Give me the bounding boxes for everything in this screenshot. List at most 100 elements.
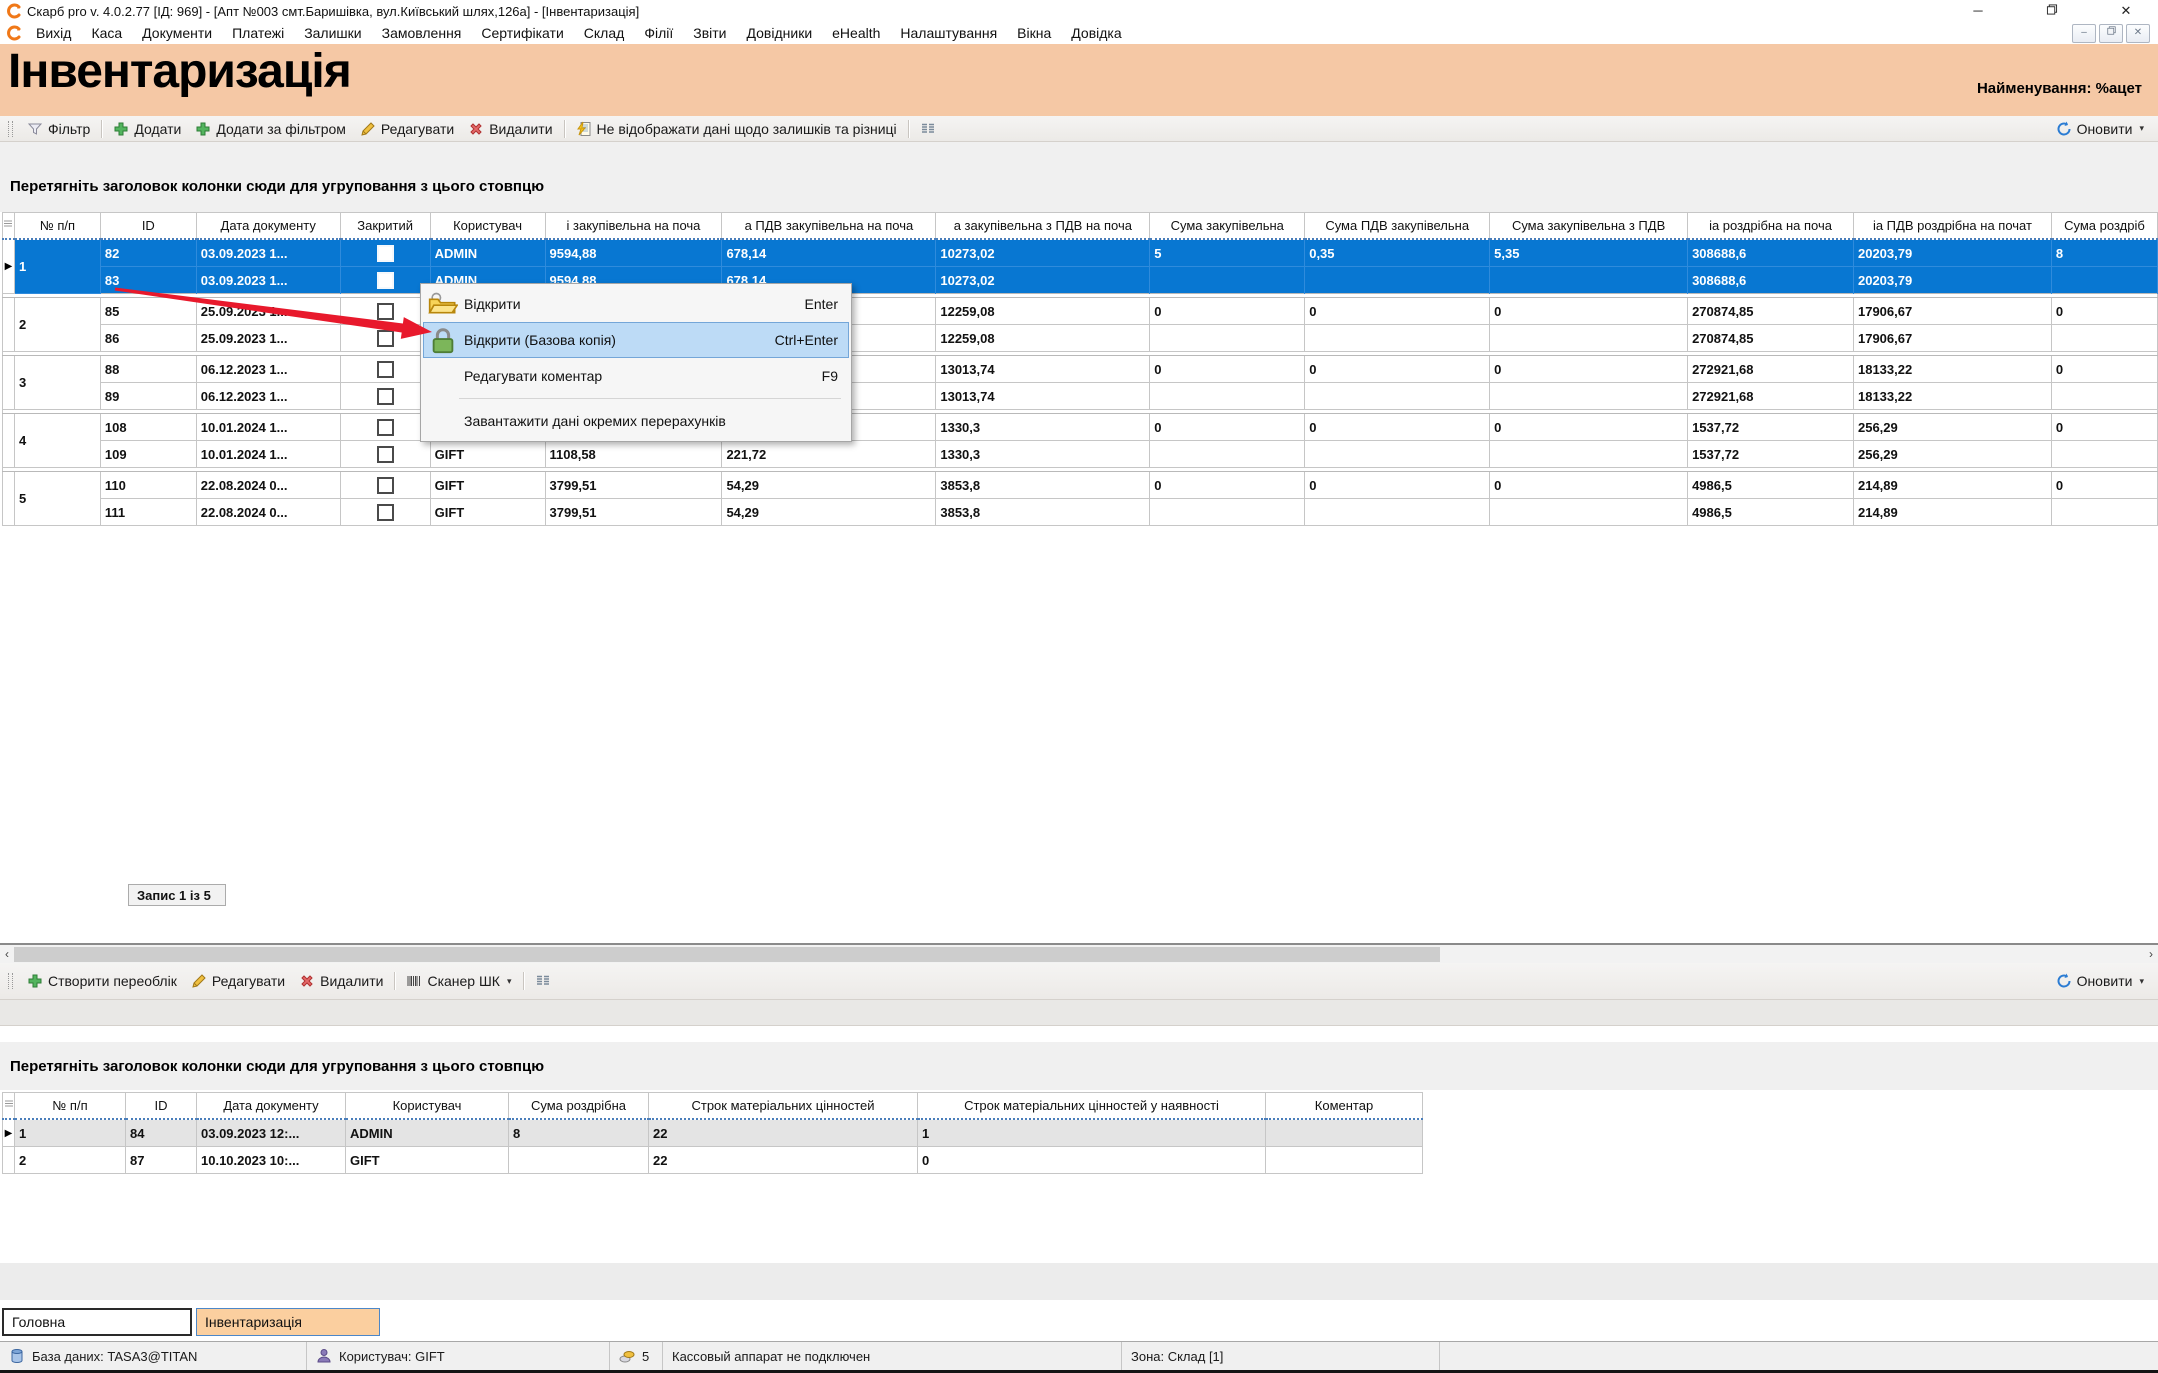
- cell-c12[interactable]: 272921,68: [1688, 356, 1854, 383]
- group-number-cell[interactable]: 4: [14, 414, 100, 468]
- cell-id[interactable]: 110: [100, 472, 196, 499]
- cell-c12[interactable]: 1537,72: [1688, 441, 1854, 468]
- cell-c10[interactable]: 0: [1305, 298, 1490, 325]
- cell-c8[interactable]: 12259,08: [936, 325, 1150, 352]
- cell-c14[interactable]: 8: [2051, 239, 2157, 267]
- cell-c11[interactable]: [1490, 499, 1688, 526]
- cell-c14[interactable]: 0: [2051, 356, 2157, 383]
- cell-c10[interactable]: [1305, 383, 1490, 410]
- closed-checkbox[interactable]: [377, 477, 394, 494]
- cell-c13[interactable]: 214,89: [1853, 499, 2051, 526]
- cell-closed[interactable]: [340, 325, 430, 352]
- column-header[interactable]: Сума роздріб: [2051, 213, 2157, 240]
- cell-sum[interactable]: [509, 1147, 649, 1174]
- mdi-close-button[interactable]: ✕: [2126, 24, 2150, 43]
- group-by-panel[interactable]: Перетягніть заголовок колонки сюди для у…: [0, 142, 2158, 212]
- cell-c14[interactable]: [2051, 383, 2157, 410]
- cell-id[interactable]: 85: [100, 298, 196, 325]
- menu-item-9[interactable]: Звіти: [683, 25, 736, 41]
- cell-closed[interactable]: [340, 472, 430, 499]
- closed-checkbox[interactable]: [377, 361, 394, 378]
- cell-id[interactable]: 83: [100, 267, 196, 294]
- row-indicator-header[interactable]: [3, 1093, 15, 1120]
- group-number-cell[interactable]: 2: [14, 298, 100, 352]
- closed-checkbox[interactable]: [377, 245, 394, 262]
- toolbar-button-delete[interactable]: Видалити: [461, 119, 559, 139]
- cell-sum[interactable]: 8: [509, 1119, 649, 1147]
- tab-inactive-0[interactable]: Головна: [2, 1308, 192, 1336]
- cell-id[interactable]: 88: [100, 356, 196, 383]
- cell-c13[interactable]: 256,29: [1853, 414, 2051, 441]
- context-menu-item-open[interactable]: ВідкритиEnter: [423, 286, 849, 322]
- menu-item-10[interactable]: Довідники: [737, 25, 823, 41]
- column-header[interactable]: Сума закупівельна з ПДВ: [1490, 213, 1688, 240]
- menu-item-2[interactable]: Документи: [132, 25, 222, 41]
- table-row[interactable]: 28525.09.2023 1...12259,08000270874,8517…: [3, 298, 2158, 325]
- column-header[interactable]: Дата документу: [197, 1093, 346, 1120]
- menu-item-4[interactable]: Залишки: [294, 25, 371, 41]
- table-row[interactable]: 8906.12.2023 1...13013,74272921,6818133,…: [3, 383, 2158, 410]
- toolbar-button-filter[interactable]: Фільтр: [20, 119, 97, 139]
- column-header[interactable]: ID: [100, 213, 196, 240]
- toolbar-button-column-chooser[interactable]: [528, 971, 558, 991]
- cell-c14[interactable]: [2051, 267, 2157, 294]
- cell-user[interactable]: GIFT: [430, 472, 545, 499]
- cell-c11[interactable]: 0: [1490, 298, 1688, 325]
- cell-c13[interactable]: 214,89: [1853, 472, 2051, 499]
- closed-checkbox[interactable]: [377, 272, 394, 289]
- cell-c12[interactable]: 308688,6: [1688, 267, 1854, 294]
- cell-term_avail[interactable]: 0: [918, 1147, 1266, 1174]
- toolbar-button-column-chooser[interactable]: [913, 119, 943, 139]
- cell-c9[interactable]: [1150, 499, 1305, 526]
- cell-c11[interactable]: 0: [1490, 356, 1688, 383]
- cell-c14[interactable]: 0: [2051, 298, 2157, 325]
- group-number-cell[interactable]: 1: [14, 239, 100, 294]
- cell-c9[interactable]: 5: [1150, 239, 1305, 267]
- scrollbar-thumb[interactable]: [14, 947, 1440, 962]
- cell-user[interactable]: ADMIN: [346, 1119, 509, 1147]
- cell-closed[interactable]: [340, 441, 430, 468]
- cell-c13[interactable]: 20203,79: [1853, 239, 2051, 267]
- cell-c9[interactable]: [1150, 325, 1305, 352]
- cell-c11[interactable]: [1490, 325, 1688, 352]
- cell-id[interactable]: 84: [126, 1119, 197, 1147]
- row-indicator-header[interactable]: [3, 213, 15, 240]
- close-button[interactable]: ✕: [2106, 0, 2146, 22]
- cell-c7[interactable]: 678,14: [722, 239, 936, 267]
- cell-c9[interactable]: 0: [1150, 356, 1305, 383]
- cell-date[interactable]: 06.12.2023 1...: [196, 356, 340, 383]
- menu-item-7[interactable]: Склад: [574, 25, 635, 41]
- horizontal-scrollbar[interactable]: ‹ ›: [0, 943, 2158, 963]
- cell-id[interactable]: 109: [100, 441, 196, 468]
- cell-comment[interactable]: [1266, 1147, 1423, 1174]
- cell-c9[interactable]: [1150, 383, 1305, 410]
- column-header[interactable]: ID: [126, 1093, 197, 1120]
- cell-c11[interactable]: 0: [1490, 472, 1688, 499]
- cell-c10[interactable]: 0: [1305, 414, 1490, 441]
- cell-c6[interactable]: 1108,58: [545, 441, 722, 468]
- cell-comment[interactable]: [1266, 1119, 1423, 1147]
- cell-c12[interactable]: 4986,5: [1688, 472, 1854, 499]
- toolbar-button-create-recount[interactable]: Створити переоблік: [20, 971, 184, 991]
- cell-user[interactable]: GIFT: [430, 499, 545, 526]
- table-row[interactable]: ▶18403.09.2023 12:...ADMIN8221: [3, 1119, 1423, 1147]
- column-header[interactable]: Сума роздрібна: [509, 1093, 649, 1120]
- toolbar-button-add[interactable]: Додати: [106, 119, 188, 139]
- refresh-button[interactable]: Оновити▾: [2049, 971, 2152, 991]
- cell-c10[interactable]: [1305, 325, 1490, 352]
- toolbar-button-hide-balances[interactable]: Не відображати дані щодо залишків та різ…: [569, 119, 904, 139]
- cell-c13[interactable]: 17906,67: [1853, 298, 2051, 325]
- menu-item-11[interactable]: eHealth: [822, 25, 890, 41]
- menu-item-0[interactable]: Вихід: [26, 25, 81, 41]
- cell-c7[interactable]: 54,29: [722, 499, 936, 526]
- cell-c10[interactable]: [1305, 499, 1490, 526]
- table-row[interactable]: ▶18203.09.2023 1...ADMIN9594,88678,14102…: [3, 239, 2158, 267]
- cell-closed[interactable]: [340, 499, 430, 526]
- cell-date[interactable]: 03.09.2023 1...: [196, 239, 340, 267]
- cell-date[interactable]: 10.01.2024 1...: [196, 441, 340, 468]
- column-header[interactable]: Користувач: [430, 213, 545, 240]
- closed-checkbox[interactable]: [377, 388, 394, 405]
- cell-id[interactable]: 86: [100, 325, 196, 352]
- cell-term[interactable]: 22: [649, 1119, 918, 1147]
- cell-c12[interactable]: 270874,85: [1688, 298, 1854, 325]
